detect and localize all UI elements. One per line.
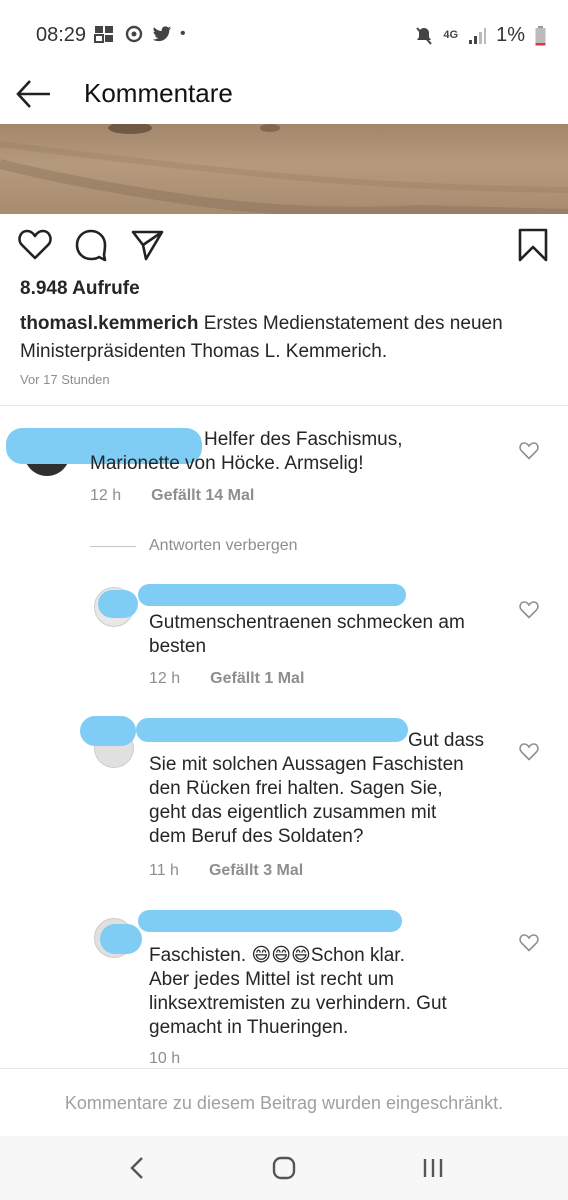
redaction-mark: [136, 718, 408, 742]
reply-text: Gutmenschentraenen schmecken am: [149, 612, 465, 633]
like-heart-icon[interactable]: [519, 742, 539, 762]
comment-restriction-bar: Kommentare zu diesem Beitrag wurden eing…: [0, 1068, 568, 1137]
status-bar: 08:29 • 4G 1%: [0, 0, 568, 70]
reply-meta: 12 h Gefällt 1 Mal: [149, 670, 304, 688]
nav-back-icon[interactable]: [127, 1156, 147, 1180]
redaction-mark: [138, 584, 406, 606]
app-notification-icon: [94, 26, 113, 43]
comment-time: 12 h: [90, 487, 122, 504]
nav-home-icon[interactable]: [272, 1156, 296, 1180]
hide-replies-line: [90, 546, 136, 547]
mute-icon: [416, 26, 433, 45]
share-icon[interactable]: [130, 228, 164, 262]
reply-time: 12 h: [149, 670, 181, 687]
comment-text: Helfer des Faschismus,: [204, 429, 403, 450]
like-heart-icon[interactable]: [519, 441, 539, 461]
reply-meta: 10 h: [149, 1050, 180, 1068]
status-time: 08:29: [36, 24, 87, 46]
reply-time: 10 h: [149, 1050, 181, 1067]
more-notifications-icon: •: [180, 25, 186, 42]
reply-meta: 11 h Gefällt 3 Mal: [149, 862, 303, 880]
sync-icon: [125, 25, 143, 43]
reply-text: besten: [149, 636, 207, 657]
comment-icon[interactable]: [74, 228, 108, 262]
hide-replies-button[interactable]: Antworten verbergen: [149, 537, 298, 555]
post-time: Vor 17 Stunden: [20, 372, 110, 387]
signal-icon: [469, 27, 487, 44]
nav-recents-icon[interactable]: [421, 1156, 445, 1180]
like-heart-icon[interactable]: [519, 600, 539, 620]
comment-meta: 12 h Gefällt 14 Mal: [90, 487, 254, 505]
battery-icon: [535, 25, 546, 45]
page-title: Kommentare: [84, 78, 233, 108]
comment-text: Marionette von Höcke. Armselig!: [90, 453, 364, 474]
network-type: 4G: [443, 29, 459, 41]
divider: [0, 405, 568, 406]
post-image-texture: [0, 124, 568, 214]
comment-likes[interactable]: Gefällt 14 Mal: [151, 487, 254, 505]
battery-percent: 1%: [496, 24, 525, 46]
reply-text: gemacht in Thueringen.: [149, 1017, 349, 1038]
post-caption: thomasl.kemmerich Erstes Medienstatement…: [20, 310, 560, 366]
restriction-notice: Kommentare zu diesem Beitrag wurden eing…: [64, 1093, 504, 1113]
system-nav-bar: [0, 1136, 568, 1200]
redaction-mark: [80, 716, 136, 746]
reply-time: 11 h: [149, 862, 179, 879]
twitter-icon: [152, 26, 172, 42]
reply-text: Sie mit solchen Aussagen Faschisten: [149, 754, 464, 775]
reply-text: den Rücken frei halten. Sagen Sie,: [149, 778, 443, 799]
reply-likes[interactable]: Gefällt 3 Mal: [209, 862, 303, 880]
status-right-icons: 4G 1%: [415, 24, 546, 47]
reply-text: Faschisten. 😄😄😄Schon klar.: [149, 945, 405, 966]
reply-text: Gut dass: [408, 730, 485, 751]
app-header: Kommentare: [0, 70, 568, 124]
like-heart-icon[interactable]: [519, 933, 539, 953]
post-username[interactable]: thomasl.kemmerich: [20, 313, 198, 334]
redaction-mark: [100, 924, 142, 954]
bookmark-icon[interactable]: [516, 228, 550, 262]
heart-icon[interactable]: [18, 228, 52, 262]
reply-text: dem Beruf des Soldaten?: [149, 826, 364, 847]
view-count: 8.948 Aufrufe: [20, 278, 140, 299]
redaction-mark: [98, 590, 138, 618]
post-image[interactable]: [0, 124, 568, 214]
reply-text: linksextremisten zu verhindern. Gut: [149, 993, 447, 1014]
reply-text: geht das eigentlich zusammen mit: [149, 802, 437, 823]
back-arrow-icon[interactable]: [16, 76, 52, 112]
redaction-mark: [138, 910, 402, 932]
reply-likes[interactable]: Gefällt 1 Mal: [210, 670, 304, 688]
notification-icons: •: [94, 24, 186, 44]
reply-text: Aber jedes Mittel ist recht um: [149, 969, 394, 990]
